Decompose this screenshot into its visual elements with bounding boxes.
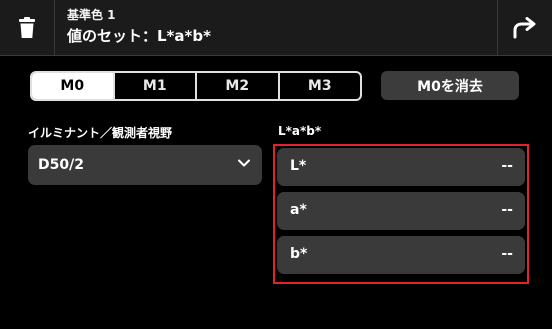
trash-icon — [19, 16, 35, 38]
tab-m0[interactable]: M0 — [32, 73, 113, 99]
lab-label: L*a*b* — [278, 124, 322, 138]
chevron-down-icon — [238, 159, 250, 167]
delete-button[interactable] — [0, 0, 55, 55]
lab-field-label: a* — [290, 202, 307, 218]
tab-m2[interactable]: M2 — [195, 73, 278, 99]
clear-m0-button[interactable]: M0を消去 — [381, 71, 519, 100]
return-button[interactable] — [497, 0, 552, 55]
lab-field-label: L* — [290, 158, 307, 174]
return-arrow-icon — [513, 16, 536, 38]
lab-field-l[interactable]: L* -- — [277, 148, 525, 186]
memory-tab-group: M0 M1 M2 M3 — [30, 71, 362, 101]
header-bar: 基準色 1 値のセット：L*a*b* — [0, 0, 552, 56]
page-title: 値のセット：L*a*b* — [67, 27, 211, 45]
lab-field-a[interactable]: a* -- — [277, 192, 525, 230]
illuminant-label: イルミナント／観測者視野 — [28, 126, 173, 140]
lab-field-label: b* — [290, 246, 308, 262]
lab-field-b[interactable]: b* -- — [277, 236, 525, 274]
lab-field-value: -- — [501, 158, 513, 174]
illuminant-dropdown[interactable]: D50/2 — [28, 145, 262, 185]
lab-field-value: -- — [501, 202, 513, 218]
illuminant-value: D50/2 — [38, 157, 84, 173]
tab-m1[interactable]: M1 — [112, 73, 196, 99]
page-subtitle: 基準色 1 — [67, 8, 116, 22]
tab-m3[interactable]: M3 — [277, 73, 361, 99]
title-block: 基準色 1 値のセット：L*a*b* — [67, 7, 211, 47]
lab-field-value: -- — [501, 246, 513, 262]
